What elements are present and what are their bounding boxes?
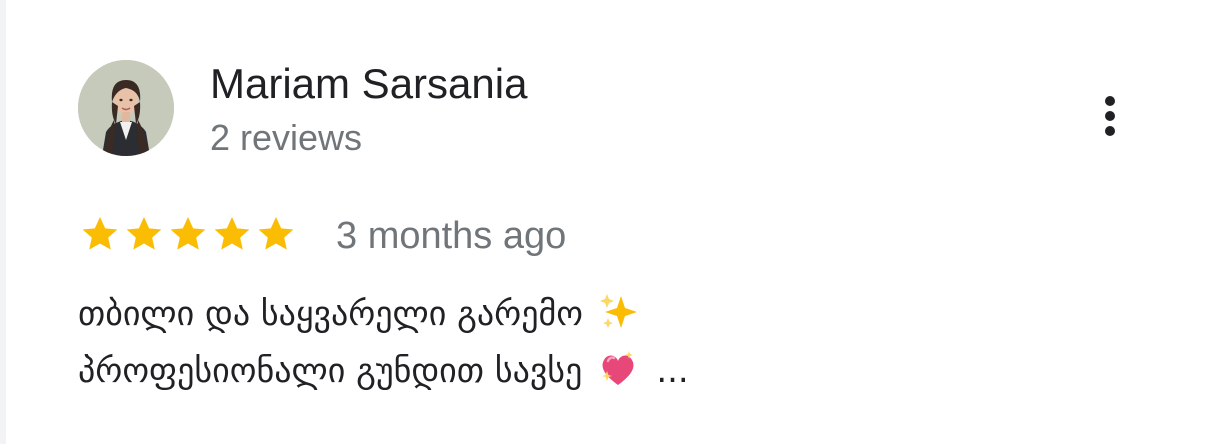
author-name[interactable]: Mariam Sarsania <box>210 58 527 110</box>
review-text: თბილი და საყვარელი გარემო პროფესიონალი გ… <box>78 286 1058 400</box>
star-icon <box>214 217 250 250</box>
review-text-line-1-content: თბილი და საყვარელი გარემო <box>78 294 583 334</box>
star-icon <box>170 217 206 250</box>
more-options-button[interactable] <box>1090 88 1134 144</box>
sparkling-heart-icon <box>602 350 634 385</box>
review-date: 3 months ago <box>336 215 567 257</box>
review-text-line-2-content: პროფესიონალი გუნდით სავსე <box>78 351 583 391</box>
star-icon <box>258 217 294 250</box>
avatar-portrait-image <box>78 60 174 156</box>
star-rating <box>80 212 300 256</box>
review-card: Mariam Sarsania 2 reviews 3 months ago თ… <box>0 0 1212 444</box>
more-text-ellipsis[interactable]: ... <box>656 351 688 391</box>
star-icon <box>126 217 162 250</box>
author-review-count[interactable]: 2 reviews <box>210 116 362 160</box>
review-text-line-2: პროფესიონალი გუნდით სავსე ... <box>78 343 1058 400</box>
author-avatar[interactable] <box>78 60 174 156</box>
star-icon <box>82 217 118 250</box>
review-text-line-1: თბილი და საყვარელი გარემო <box>78 286 1058 343</box>
sparkles-icon <box>600 293 637 328</box>
